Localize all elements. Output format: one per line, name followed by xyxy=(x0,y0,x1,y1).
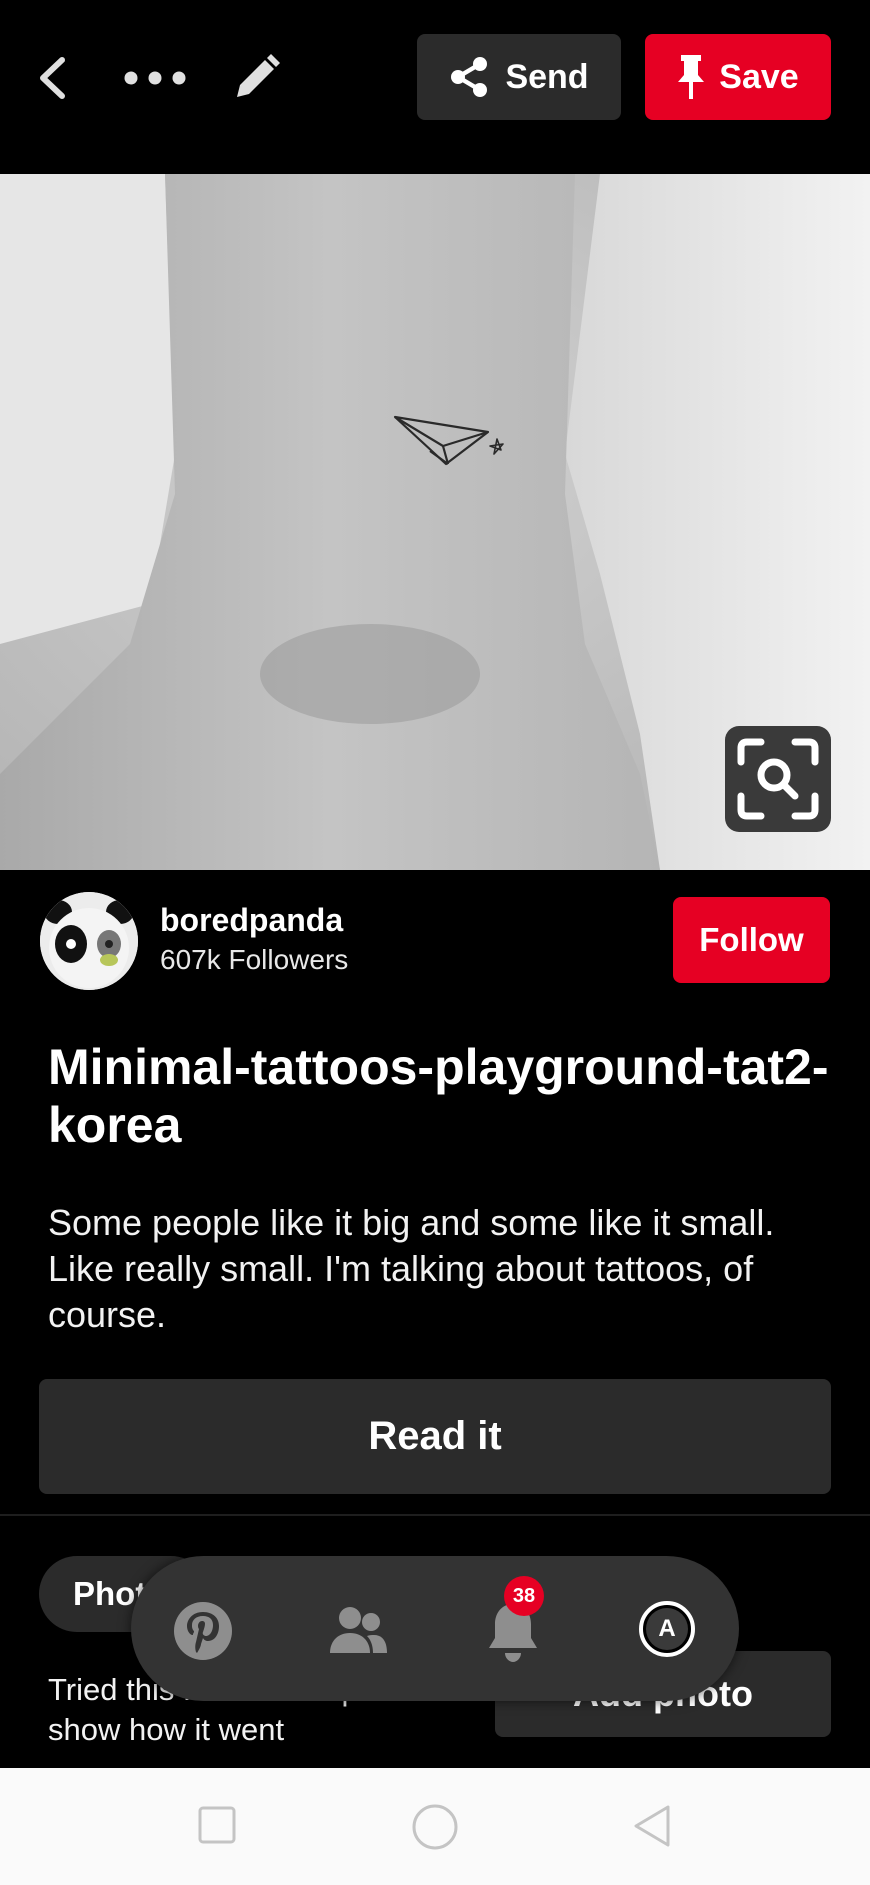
send-label: Send xyxy=(505,57,589,96)
creator-name[interactable]: boredpanda xyxy=(160,902,343,939)
more-dots-icon xyxy=(124,71,186,85)
pin-description: Some people like it big and some like it… xyxy=(48,1202,775,1335)
more-options-button[interactable] xyxy=(118,50,192,106)
edit-button[interactable] xyxy=(226,46,286,110)
people-icon xyxy=(330,1607,387,1653)
chevron-left-icon xyxy=(40,57,65,99)
follow-button[interactable]: Follow xyxy=(673,897,830,983)
nav-following[interactable] xyxy=(325,1600,391,1662)
pinterest-logo-icon xyxy=(174,1602,232,1660)
share-icon xyxy=(451,57,488,97)
profile-initial: A xyxy=(646,1608,688,1650)
recent-apps-button[interactable] xyxy=(198,1806,236,1844)
save-button[interactable]: Save xyxy=(645,34,831,120)
pin-icon xyxy=(678,55,705,99)
save-label: Save xyxy=(719,57,799,96)
notification-badge: 38 xyxy=(504,1576,544,1616)
triangle-back-icon xyxy=(634,1805,670,1847)
nav-home[interactable] xyxy=(170,1598,236,1664)
nav-profile[interactable]: A xyxy=(639,1601,695,1657)
back-button[interactable] xyxy=(28,50,76,106)
pencil-icon xyxy=(237,54,280,97)
follower-count: 607k Followers xyxy=(160,944,349,975)
read-it-button[interactable]: Read it xyxy=(39,1379,831,1494)
square-icon xyxy=(198,1806,236,1844)
send-button[interactable]: Send xyxy=(417,34,621,120)
pin-title: Minimal-tattoos-playground-tat2-korea xyxy=(48,1039,829,1153)
back-nav-button[interactable] xyxy=(632,1804,672,1848)
lens-search-icon xyxy=(737,738,819,820)
panda-logo-icon xyxy=(40,892,138,990)
creator-avatar[interactable] xyxy=(40,892,138,990)
divider xyxy=(0,1514,870,1516)
home-button[interactable] xyxy=(412,1804,458,1850)
circle-icon xyxy=(412,1804,458,1850)
visual-search-button[interactable] xyxy=(725,726,831,832)
